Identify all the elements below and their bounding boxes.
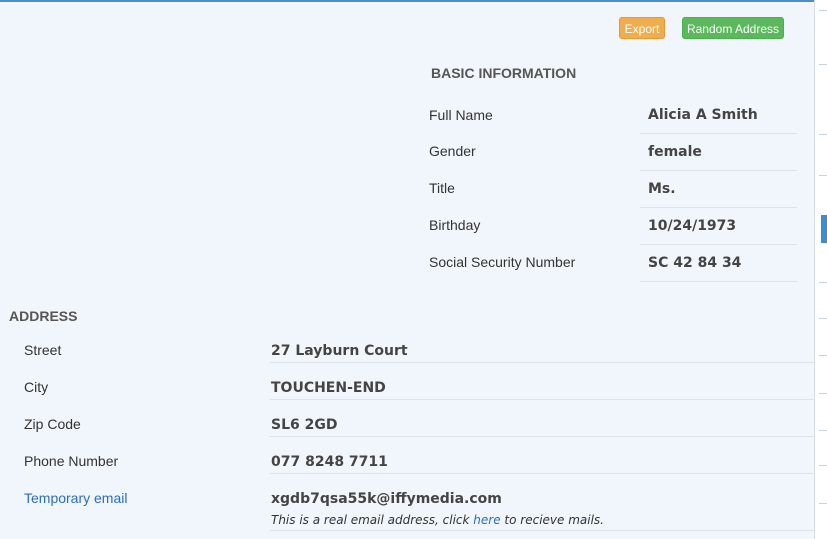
row-divider xyxy=(270,530,814,531)
city-label: City xyxy=(24,379,49,395)
row-divider xyxy=(270,362,814,363)
scroll-tick xyxy=(819,465,827,466)
street-value: 27 Layburn Court xyxy=(271,343,408,359)
scroll-tick xyxy=(819,175,827,176)
row-divider xyxy=(640,207,797,208)
email-note-suffix: to recieve mails. xyxy=(500,513,604,527)
birthday-value: 10/24/1973 xyxy=(648,218,737,234)
scroll-tick xyxy=(819,503,827,504)
phone-number-value: 077 8248 7711 xyxy=(271,454,388,470)
scroll-tick xyxy=(819,282,827,283)
title-value: Ms. xyxy=(648,181,676,197)
email-here-link[interactable]: here xyxy=(473,513,500,527)
row-divider xyxy=(270,473,814,474)
zip-code-label: Zip Code xyxy=(24,416,81,432)
export-button[interactable]: Export xyxy=(619,17,665,39)
address-title: ADDRESS xyxy=(9,308,78,324)
scroll-tick xyxy=(819,430,827,431)
side-scrollbar[interactable] xyxy=(814,0,827,539)
row-divider xyxy=(640,170,797,171)
scroll-tick xyxy=(819,318,827,319)
title-label: Title xyxy=(429,180,455,196)
full-name-label: Full Name xyxy=(429,107,493,123)
row-divider xyxy=(640,244,797,245)
scroll-tick xyxy=(819,355,827,356)
row-divider xyxy=(640,133,797,134)
ssn-label: Social Security Number xyxy=(429,254,576,270)
ssn-value: SC 42 84 34 xyxy=(648,255,742,271)
city-value: TOUCHEN-END xyxy=(271,380,386,396)
gender-label: Gender xyxy=(429,143,476,159)
basic-information-title: BASIC INFORMATION xyxy=(431,65,577,81)
scroll-thumb[interactable] xyxy=(821,215,827,243)
full-name-value: Alicia A Smith xyxy=(648,107,758,123)
row-divider xyxy=(270,399,814,400)
phone-number-label: Phone Number xyxy=(24,453,119,469)
zip-code-value: SL6 2GD xyxy=(271,417,338,433)
street-label: Street xyxy=(24,342,62,358)
gender-value: female xyxy=(648,144,702,160)
email-note: This is a real email address, click here… xyxy=(271,513,604,527)
email-note-prefix: This is a real email address, click xyxy=(271,513,474,527)
temporary-email-link[interactable]: Temporary email xyxy=(24,490,127,506)
row-divider xyxy=(640,281,797,282)
scroll-tick xyxy=(819,64,827,65)
scroll-tick xyxy=(819,393,827,394)
row-divider xyxy=(270,436,814,437)
birthday-label: Birthday xyxy=(429,217,481,233)
scroll-tick xyxy=(819,134,827,135)
temporary-email-value: xgdb7qsa55k@iffymedia.com xyxy=(271,491,502,507)
scroll-tick xyxy=(819,10,827,11)
top-border xyxy=(0,0,827,2)
random-address-button[interactable]: Random Address xyxy=(682,17,784,39)
